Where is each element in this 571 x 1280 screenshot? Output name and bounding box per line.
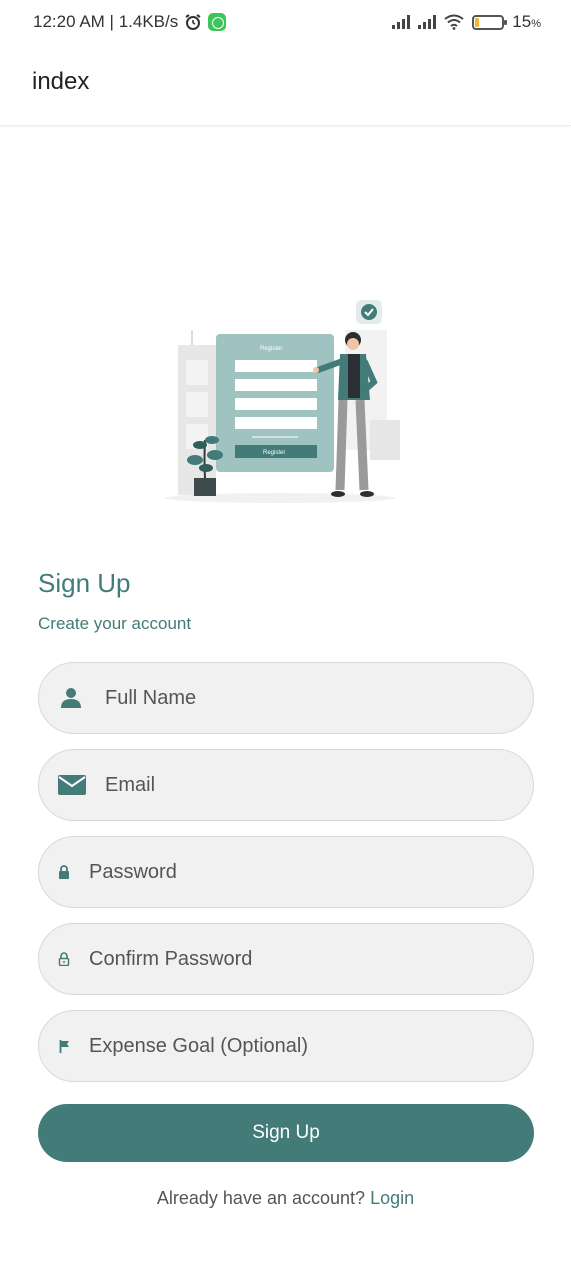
email-placeholder: Email (105, 773, 156, 796)
full-name-placeholder: Full Name (105, 686, 197, 709)
signup-subtitle: Create your account (38, 614, 192, 633)
svg-text:Register: Register (263, 450, 285, 456)
signup-title: Sign Up (38, 568, 131, 598)
whatsapp-icon (208, 13, 227, 31)
signal-icon (418, 15, 437, 29)
register-illustration: Register Register (160, 290, 410, 510)
battery-unit: % (531, 18, 541, 30)
status-left: 12:20 AM | 1.4KB/s (33, 12, 227, 32)
battery-value: 15 (512, 12, 532, 31)
flag-icon (59, 1039, 70, 1053)
login-prompt-text: Already have an account? (156, 1188, 366, 1208)
login-prompt-row: Already have an account? Login (0, 1188, 571, 1209)
person-icon (59, 686, 83, 710)
wifi-icon (444, 14, 464, 30)
status-right: 15% (392, 12, 541, 32)
svg-text:Register: Register (260, 346, 282, 352)
password-field[interactable]: Password (38, 836, 534, 908)
signup-button[interactable]: Sign Up (38, 1104, 534, 1162)
battery-icon (472, 14, 508, 30)
battery-percent: 15% (512, 12, 541, 32)
page-title: index (32, 68, 90, 95)
signal-icon (392, 15, 411, 29)
mail-icon (58, 775, 86, 795)
expense-goal-field[interactable]: Expense Goal (Optional) (38, 1010, 534, 1082)
login-link[interactable]: Login (370, 1188, 414, 1208)
alarm-icon (184, 13, 202, 31)
status-time: 12:20 AM | 1.4KB/s (33, 12, 179, 31)
illustration-form-heading: Register (260, 346, 282, 352)
status-bar: 12:20 AM | 1.4KB/s 15% (0, 0, 571, 44)
lock-icon (58, 865, 70, 879)
battery-fill (475, 17, 480, 27)
password-placeholder: Password (89, 860, 177, 883)
lock-outline-icon (58, 952, 70, 966)
expense-goal-placeholder: Expense Goal (Optional) (89, 1034, 309, 1057)
confirm-password-field[interactable]: Confirm Password (38, 923, 534, 995)
email-field[interactable]: Email (38, 749, 534, 821)
full-name-field[interactable]: Full Name (38, 662, 534, 734)
app-header: index (0, 44, 571, 126)
confirm-password-placeholder: Confirm Password (89, 947, 253, 970)
illustration-button-label: Register (263, 450, 285, 456)
